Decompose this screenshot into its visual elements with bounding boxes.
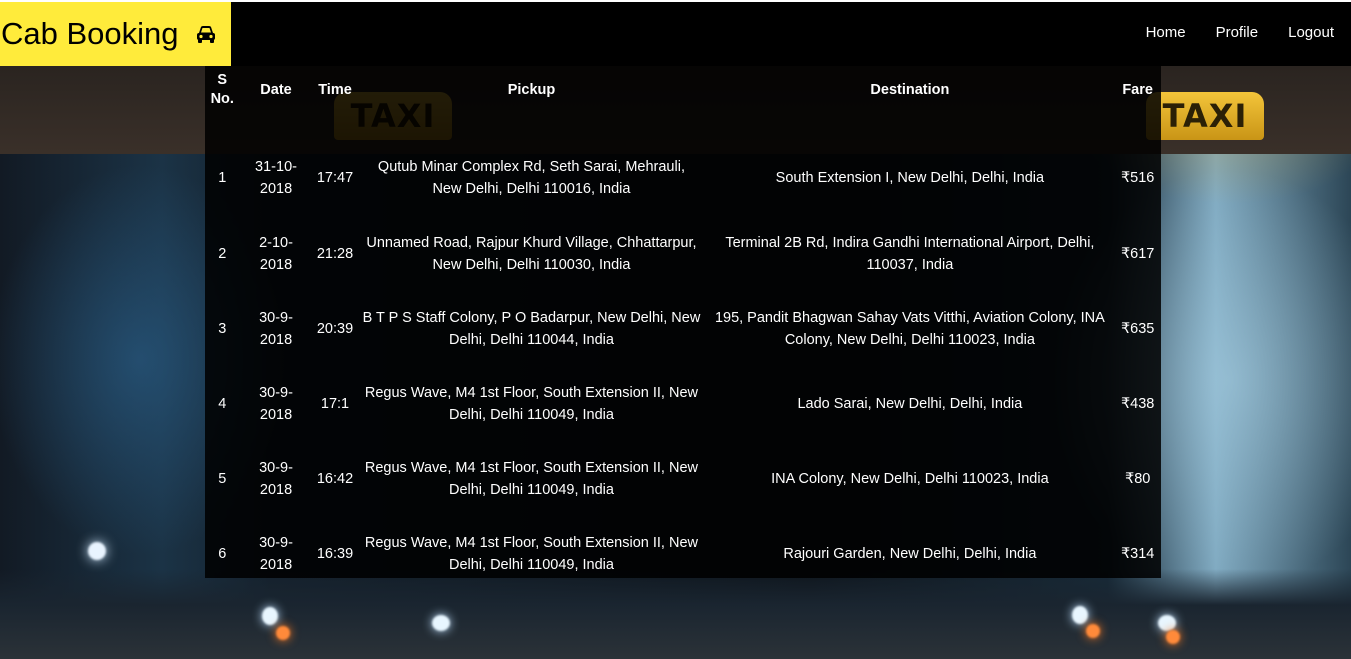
table-row: 2 2-10-2018 21:28 Unnamed Road, Rajpur K… <box>205 216 1161 291</box>
table-row: 6 30-9-2018 16:39 Regus Wave, M4 1st Flo… <box>205 516 1161 591</box>
table-row: 4 30-9-2018 17:1 Regus Wave, M4 1st Floo… <box>205 366 1161 441</box>
cell-fare: ₹635 <box>1120 320 1155 337</box>
brand-logo[interactable]: Cab Booking <box>0 2 231 66</box>
table-row: 3 30-9-2018 20:39 B T P S Staff Colony, … <box>205 291 1161 366</box>
cell-date: 30-9-2018 <box>259 534 293 573</box>
cell-date: 30-9-2018 <box>259 309 293 348</box>
header-sno: S No. <box>210 72 234 107</box>
cell-pickup: Regus Wave, M4 1st Floor, South Extensio… <box>364 384 699 423</box>
cell-time: 16:39 <box>316 545 354 562</box>
cell-fare: ₹80 <box>1124 470 1151 487</box>
taxi-sign-right: TAXI <box>1146 92 1264 140</box>
background-light <box>1086 624 1100 638</box>
nav-logout-link[interactable]: Logout <box>1288 24 1334 41</box>
background-light <box>276 626 290 640</box>
cell-pickup: Qutub Minar Complex Rd, Seth Sarai, Mehr… <box>377 159 685 197</box>
table-row: 5 30-9-2018 16:42 Regus Wave, M4 1st Flo… <box>205 441 1161 516</box>
cell-destination: Rajouri Garden, New Delhi, Delhi, India <box>783 545 1037 562</box>
header-time: Time <box>318 81 352 98</box>
cell-date: 30-9-2018 <box>259 384 293 423</box>
cell-sno: 4 <box>218 395 227 412</box>
background-light <box>262 607 278 625</box>
cell-sno: 3 <box>218 320 227 337</box>
cell-time: 16:42 <box>316 470 354 487</box>
cell-pickup: Unnamed Road, Rajpur Khurd Village, Chha… <box>366 234 697 273</box>
cell-destination: Terminal 2B Rd, Indira Gandhi Internatio… <box>725 234 1095 273</box>
cell-destination: Lado Sarai, New Delhi, Delhi, India <box>797 395 1023 412</box>
cell-time: 17:47 <box>316 170 354 186</box>
table-header-row: S No. Date Time Pickup Destination Fare <box>205 66 1161 114</box>
cell-destination: South Extension I, New Delhi, Delhi, Ind… <box>775 170 1045 186</box>
nav-links: Home Profile Logout <box>1146 24 1334 41</box>
bookings-table: S No. Date Time Pickup Destination Fare … <box>205 66 1161 591</box>
cell-sno: 2 <box>218 245 227 262</box>
cell-fare: ₹314 <box>1120 545 1155 562</box>
background-light <box>1072 606 1088 624</box>
cell-fare: ₹617 <box>1120 245 1155 262</box>
cell-pickup: Regus Wave, M4 1st Floor, South Extensio… <box>364 459 699 498</box>
cell-destination: INA Colony, New Delhi, Delhi 110023, Ind… <box>771 470 1049 487</box>
brand-title: Cab Booking <box>1 16 179 51</box>
background-light <box>88 542 106 560</box>
cell-date: 31-10-2018 <box>255 159 297 197</box>
cell-pickup: B T P S Staff Colony, P O Badarpur, New … <box>362 309 701 348</box>
cell-sno: 5 <box>218 470 227 487</box>
cell-sno: 1 <box>218 170 227 186</box>
cell-time: 17:1 <box>320 395 350 412</box>
cell-destination: 195, Pandit Bhagwan Sahay Vats Vitthi, A… <box>714 309 1105 348</box>
cell-date: 30-9-2018 <box>259 459 293 498</box>
cell-fare: ₹438 <box>1120 395 1155 412</box>
table-row: 1 31-10-2018 17:47 Qutub Minar Complex R… <box>205 114 1161 216</box>
bookings-panel: S No. Date Time Pickup Destination Fare … <box>205 66 1161 578</box>
header-pickup: Pickup <box>507 81 556 98</box>
nav-home-link[interactable]: Home <box>1146 24 1186 41</box>
cell-pickup: Regus Wave, M4 1st Floor, South Extensio… <box>364 534 699 573</box>
background-light <box>1158 615 1176 631</box>
navbar: Cab Booking Home Profile Logout <box>0 0 1351 66</box>
cell-time: 21:28 <box>316 245 354 262</box>
nav-profile-link[interactable]: Profile <box>1216 24 1259 41</box>
cell-date: 2-10-2018 <box>259 234 293 273</box>
header-fare: Fare <box>1122 81 1153 98</box>
background-light <box>1166 630 1180 644</box>
header-destination: Destination <box>870 81 950 98</box>
header-date: Date <box>260 81 292 98</box>
cell-sno: 6 <box>218 545 227 562</box>
background-light <box>432 615 450 631</box>
cell-fare: ₹516 <box>1120 170 1155 186</box>
cell-time: 20:39 <box>316 320 354 337</box>
car-icon <box>196 26 215 43</box>
